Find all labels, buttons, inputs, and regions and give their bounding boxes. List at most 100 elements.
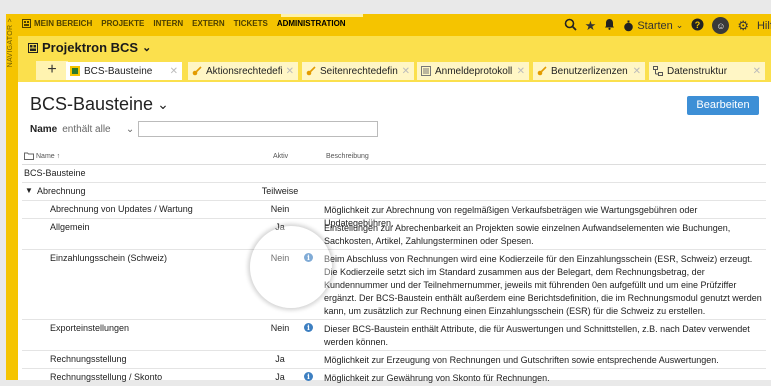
navigator-label: NAVIGATOR > bbox=[7, 18, 14, 68]
table-row[interactable]: Exporteinstellungen Nein i Dieser BCS-Ba… bbox=[22, 320, 766, 351]
top-menu: MEIN BEREICH PROJEKTE INTERN EXTERN TICK… bbox=[22, 19, 349, 28]
row-description: Möglichkeit zur Gewährung von Skonto für… bbox=[324, 373, 550, 383]
row-name: Allgemein bbox=[50, 222, 90, 232]
filter-field-label: Name bbox=[30, 123, 58, 135]
table-row[interactable]: Abrechnung von Updates / Wartung Nein Mö… bbox=[22, 201, 766, 228]
table-row[interactable]: BCS-Bausteine bbox=[22, 165, 766, 183]
tab-bar: + BCS-Bausteine ✕ Aktionsrechtedefinitic… bbox=[18, 59, 771, 82]
help-link[interactable]: Hilfe bbox=[757, 20, 771, 32]
home-icon bbox=[22, 19, 31, 28]
menu-mein-bereich[interactable]: MEIN BEREICH bbox=[22, 19, 92, 28]
column-header-aktiv[interactable]: Aktiv bbox=[273, 153, 288, 160]
chevron-down-icon: ⌄ bbox=[142, 42, 152, 54]
list-icon bbox=[421, 66, 431, 76]
top-menu-bar: MEIN BEREICH PROJEKTE INTERN EXTERN TICK… bbox=[18, 14, 771, 36]
spotlight-highlight bbox=[250, 226, 332, 308]
row-name: Abrechnung von Updates / Wartung bbox=[50, 204, 193, 214]
column-header-description[interactable]: Beschreibung bbox=[326, 153, 369, 160]
tab-label: Datenstruktur bbox=[667, 65, 728, 77]
gear-icon[interactable]: ⚙ bbox=[737, 18, 749, 33]
bcs-module-icon bbox=[70, 66, 80, 76]
info-icon[interactable]: i bbox=[304, 323, 313, 332]
chevron-down-icon: ⌄ bbox=[675, 20, 684, 30]
menu-label: TICKETS bbox=[233, 19, 268, 28]
close-icon[interactable]: ✕ bbox=[166, 66, 178, 77]
row-aktiv: Ja bbox=[275, 372, 285, 382]
project-bar: Projektron BCS ⌄ bbox=[18, 36, 771, 59]
table-row-group[interactable]: ▼ Abrechnung Teilweise bbox=[22, 183, 766, 201]
tab-label: Aktionsrechtedefinitic bbox=[206, 65, 282, 77]
star-icon[interactable]: ★ bbox=[585, 18, 597, 33]
close-icon[interactable]: ✕ bbox=[629, 66, 641, 77]
avatar[interactable]: ☺ bbox=[712, 17, 730, 34]
bell-icon[interactable] bbox=[604, 18, 615, 33]
project-icon bbox=[28, 42, 38, 53]
menu-tickets[interactable]: TICKETS bbox=[234, 19, 268, 28]
search-icon[interactable] bbox=[564, 18, 577, 34]
project-title: Projektron BCS bbox=[42, 40, 139, 55]
key-icon bbox=[537, 66, 547, 76]
row-description: Einstellungen zur Abrechenbarkeit an Pro… bbox=[324, 223, 731, 246]
table-row[interactable]: Einzahlungsschein (Schweiz) Nein i Beim … bbox=[22, 250, 766, 320]
row-description: Dieser BCS-Baustein enthält Attribute, d… bbox=[324, 324, 750, 347]
table-header: Name ↑ Aktiv Beschreibung bbox=[22, 152, 766, 165]
folder-open-icon bbox=[24, 152, 34, 162]
page-title-text: BCS-Bausteine bbox=[30, 94, 154, 114]
menu-intern[interactable]: INTERN bbox=[153, 19, 183, 28]
help-circle-icon[interactable]: ? bbox=[691, 18, 704, 34]
row-aktiv: Nein bbox=[270, 323, 290, 333]
close-icon[interactable]: ✕ bbox=[398, 66, 410, 77]
app-main: MEIN BEREICH PROJEKTE INTERN EXTERN TICK… bbox=[18, 14, 771, 383]
row-name: Exporteinstellungen bbox=[50, 323, 130, 333]
row-aktiv: Ja bbox=[275, 354, 285, 364]
close-icon[interactable]: ✕ bbox=[749, 66, 761, 77]
tab-benutzerlizenzen[interactable]: Benutzerlizenzen ✕ bbox=[533, 62, 645, 80]
page-title[interactable]: BCS-Bausteine ⌄ bbox=[30, 94, 169, 115]
row-name: BCS-Bausteine bbox=[24, 168, 86, 178]
tab-label: Anmeldeprotokoll bbox=[435, 65, 513, 77]
tab-anmeldeprotokoll[interactable]: Anmeldeprotokoll ✕ bbox=[417, 62, 529, 80]
row-description: Möglichkeit zur Erzeugung von Rechnungen… bbox=[324, 355, 719, 365]
menu-label: PROJEKTE bbox=[101, 19, 145, 28]
app-window: NAVIGATOR > MEIN BEREICH PROJEKTE INTERN… bbox=[0, 0, 771, 383]
edit-button[interactable]: Bearbeiten bbox=[687, 96, 759, 115]
menu-extern[interactable]: EXTERN bbox=[192, 19, 224, 28]
menu-label: MEIN BEREICH bbox=[34, 19, 93, 28]
active-menu-marker bbox=[281, 14, 363, 17]
caret-down-icon[interactable]: ▼ bbox=[25, 186, 33, 195]
table-row[interactable]: Rechnungsstellung / Skonto Ja i Möglichk… bbox=[22, 369, 766, 386]
row-name: Rechnungsstellung bbox=[50, 354, 127, 364]
project-selector[interactable]: Projektron BCS ⌄ bbox=[28, 40, 151, 55]
row-description: Beim Abschluss von Rechnungen wird eine … bbox=[324, 254, 762, 316]
structure-icon bbox=[653, 66, 663, 76]
tab-seitenrechtedefinition[interactable]: Seitenrechtedefinition ✕ bbox=[302, 62, 414, 80]
table-row[interactable]: Allgemein Ja Einstellungen zur Abrechenb… bbox=[22, 219, 766, 250]
menu-administration[interactable]: ADMINISTRATION bbox=[277, 19, 349, 28]
column-header-name[interactable]: Name ↑ bbox=[36, 153, 60, 160]
navigator-toggle[interactable]: NAVIGATOR > bbox=[6, 14, 18, 380]
new-tab-button[interactable]: + bbox=[36, 61, 68, 80]
key-icon bbox=[306, 66, 316, 76]
start-label: Starten bbox=[637, 19, 673, 32]
tab-datenstruktur[interactable]: Datenstruktur ✕ bbox=[649, 62, 765, 80]
start-menu[interactable]: Starten ⌄ bbox=[623, 20, 683, 32]
tab-bcs-bausteine[interactable]: BCS-Bausteine ✕ bbox=[66, 62, 182, 80]
row-name: Rechnungsstellung / Skonto bbox=[50, 372, 163, 382]
tab-aktionsrechtedefinition[interactable]: Aktionsrechtedefinitic ✕ bbox=[188, 62, 298, 80]
filter-operator-select[interactable]: enthält alle ⌄ bbox=[62, 124, 134, 135]
menu-label: EXTERN bbox=[192, 19, 225, 28]
row-name: Einzahlungsschein (Schweiz) bbox=[50, 253, 168, 263]
table-row[interactable]: Rechnungsstellung Ja Möglichkeit zur Erz… bbox=[22, 351, 766, 369]
close-icon[interactable]: ✕ bbox=[282, 66, 294, 77]
top-right-tools: ★ Starten ⌄ ? ☺ ⚙ Hilfe bbox=[564, 17, 771, 34]
chevron-down-icon: ⌄ bbox=[125, 123, 135, 135]
chevron-down-icon: ⌄ bbox=[157, 96, 169, 112]
filter-operator-value: enthält alle bbox=[62, 123, 111, 135]
menu-projekte[interactable]: PROJEKTE bbox=[101, 19, 144, 28]
row-aktiv: Nein bbox=[270, 204, 290, 214]
filter-bar: Name enthält alle ⌄ bbox=[30, 121, 379, 137]
row-aktiv: Teilweise bbox=[261, 186, 299, 196]
close-icon[interactable]: ✕ bbox=[513, 66, 525, 77]
modules-table: Name ↑ Aktiv Beschreibung BCS-Bausteine … bbox=[22, 152, 766, 386]
filter-input[interactable] bbox=[138, 121, 379, 137]
